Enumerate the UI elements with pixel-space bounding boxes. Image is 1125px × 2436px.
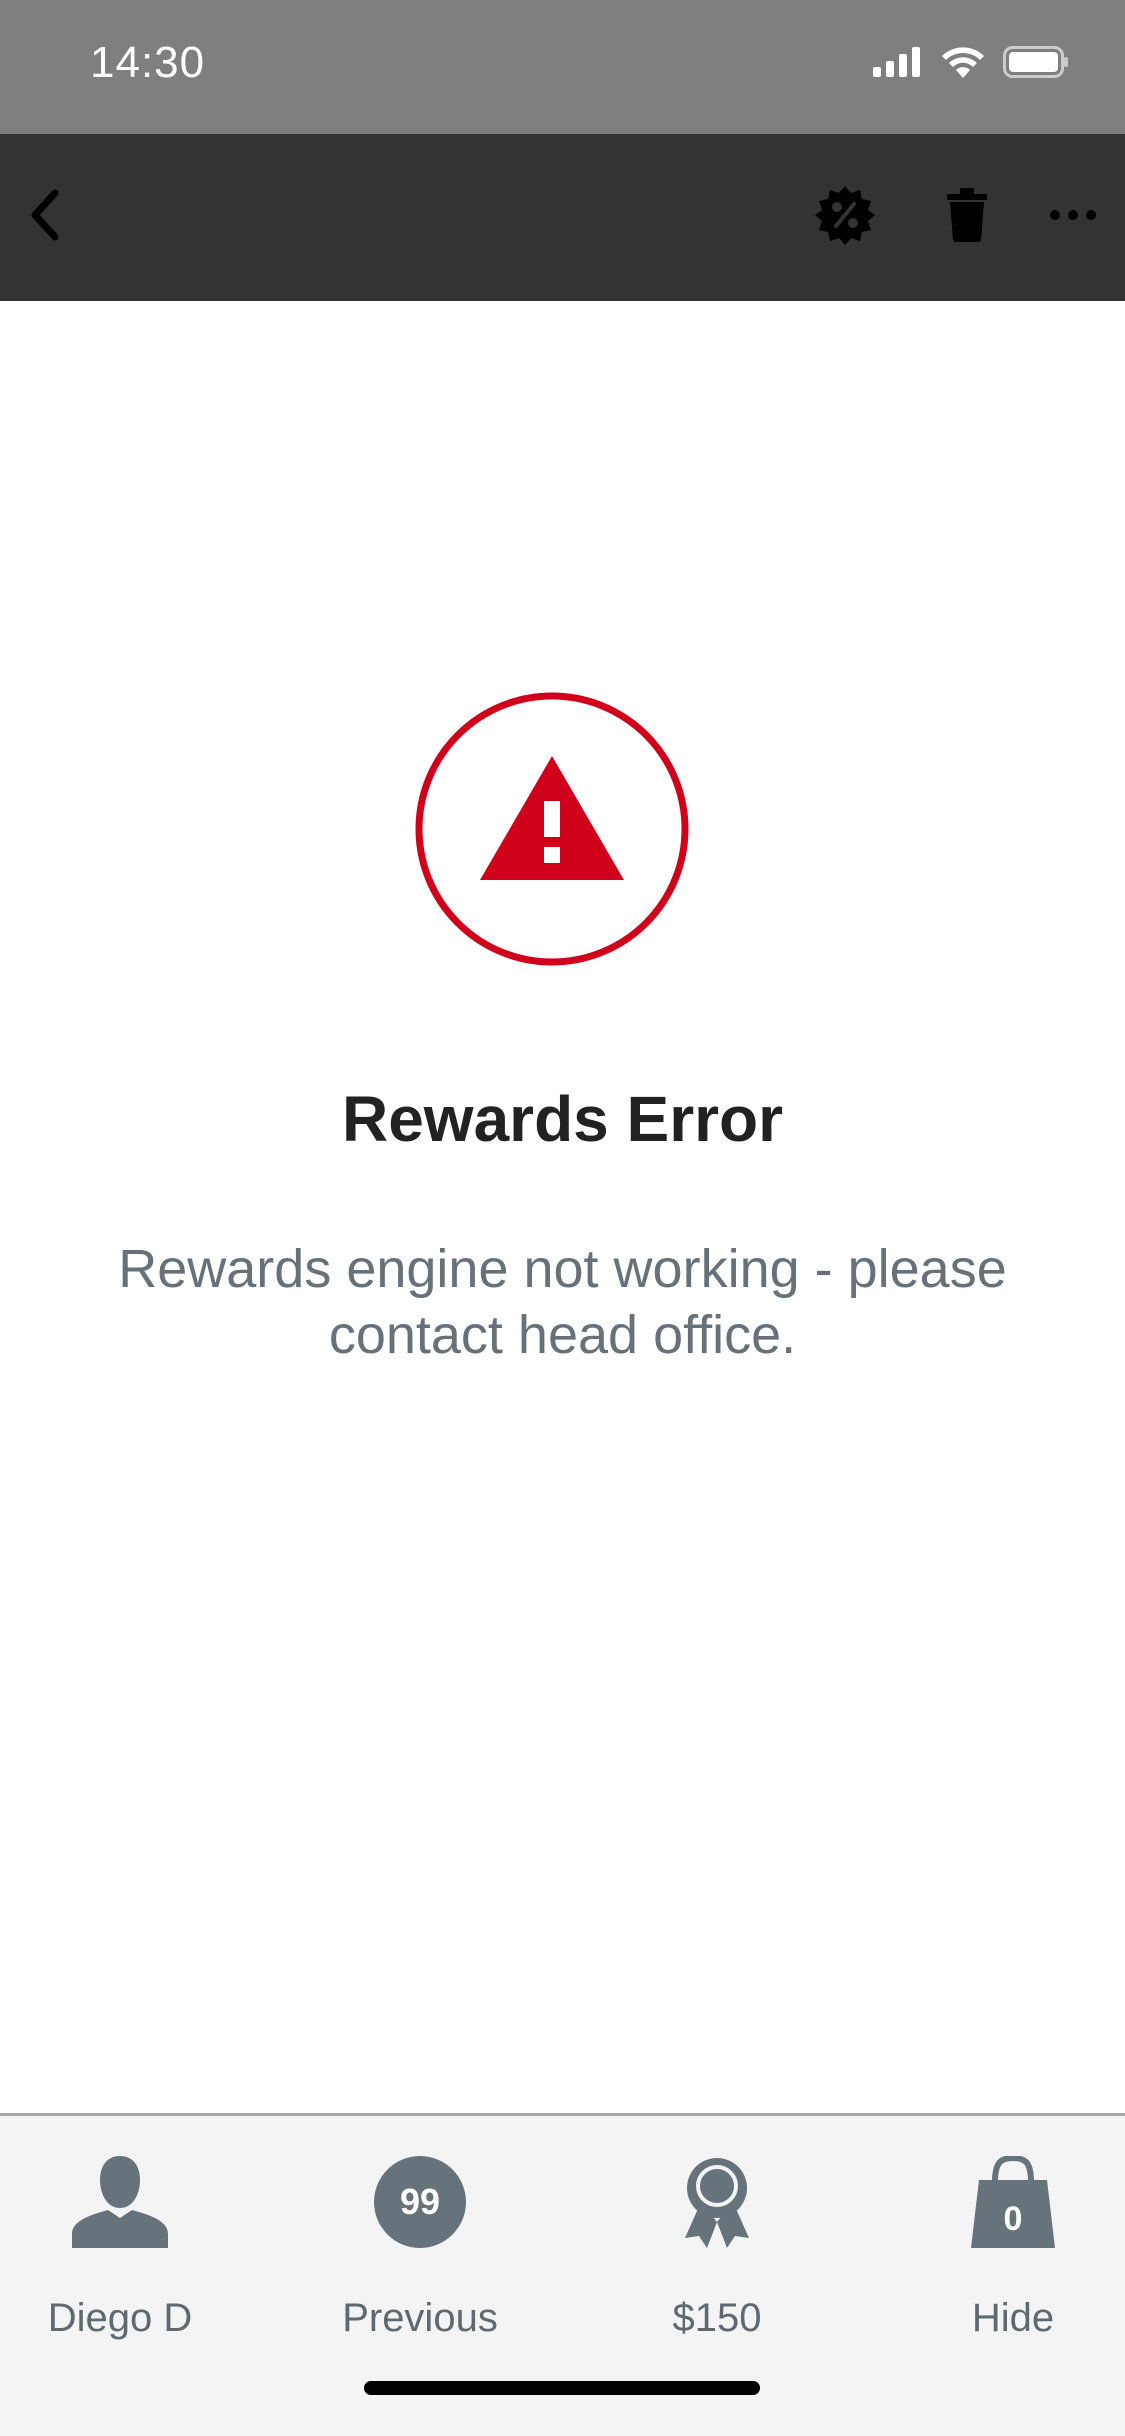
status-time: 14:30 [90, 38, 206, 87]
person-icon [72, 2156, 168, 2253]
tab-customer-label: Diego D [47, 2296, 193, 2340]
battery-icon [1003, 46, 1069, 83]
previous-count-badge: 99 [374, 2156, 466, 2248]
tab-rewards[interactable]: $150 [597, 2156, 837, 2346]
discount-button[interactable] [800, 172, 890, 262]
discount-badge-icon [814, 184, 876, 251]
bag-count: 0 [1003, 2200, 1023, 2238]
trash-icon [947, 187, 987, 247]
delete-button[interactable] [922, 172, 1012, 262]
status-icons [873, 46, 1069, 83]
error-message: Rewards engine not working - please cont… [118, 1239, 1007, 1365]
tab-hide[interactable]: 0 Hide [893, 2154, 1125, 2346]
warning-triangle-icon [415, 692, 689, 966]
tab-previous[interactable]: 99 Previous [300, 2156, 540, 2346]
tab-rewards-label: $150 [672, 2296, 762, 2340]
error-title: Rewards Error [341, 1083, 784, 1155]
more-options-button[interactable] [1028, 172, 1118, 262]
back-button[interactable] [0, 172, 90, 262]
signal-icon [873, 47, 923, 82]
tab-customer[interactable]: Diego D [0, 2156, 240, 2346]
award-ribbon-icon [679, 2156, 755, 2255]
tab-previous-label: Previous [342, 2296, 498, 2340]
toolbar [0, 134, 1125, 301]
home-indicator [364, 2381, 760, 2395]
back-chevron-icon [25, 187, 65, 248]
status-bar: 14:30 [0, 0, 1125, 134]
wifi-icon [941, 46, 985, 83]
tab-hide-label: Hide [971, 2296, 1055, 2340]
more-icon [1049, 208, 1097, 226]
screen: 14:30 Rewards Error Rewards engine not w… [0, 0, 1125, 2436]
